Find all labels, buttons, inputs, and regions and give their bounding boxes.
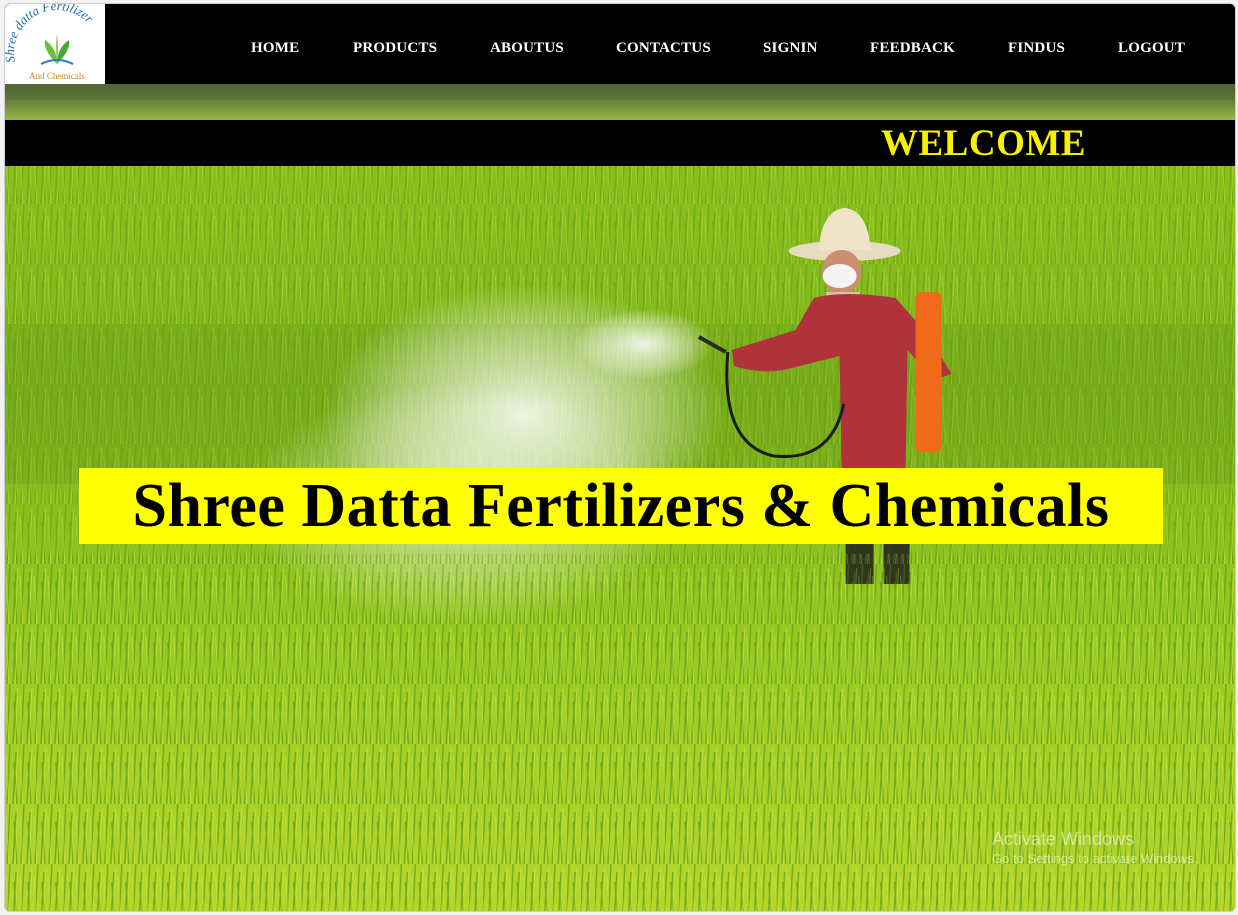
watermark-title: Activate Windows (992, 829, 1135, 849)
logo-emblem-icon: Shree datta Fertilizer And Chemicals (5, 4, 97, 81)
brand-logo[interactable]: Shree datta Fertilizer And Chemicals (5, 4, 105, 84)
watermark-subtitle: Go to Settings to activate Windows. (992, 851, 1198, 866)
welcome-text: WELCOME (881, 123, 1086, 164)
main-nav: HOME PRODUCTS ABOUTUS CONTACTUS SIGNIN F… (105, 4, 1235, 84)
nav-link-feedback[interactable]: FEEDBACK (870, 40, 955, 57)
nav-link-contactus[interactable]: CONTACTUS (616, 40, 711, 57)
welcome-banner: WELCOME (5, 120, 1235, 166)
nav-link-logout[interactable]: LOGOUT (1118, 40, 1185, 57)
browser-viewport: Shree datta Fertilizer And Chemicals HOM… (4, 3, 1236, 912)
top-navbar: Shree datta Fertilizer And Chemicals HOM… (5, 4, 1235, 84)
nav-link-home[interactable]: HOME (251, 40, 299, 57)
nav-link-aboutus[interactable]: ABOUTUS (490, 40, 564, 57)
activation-watermark: Activate Windows Go to Settings to activ… (992, 828, 1197, 868)
hero-title: Shree Datta Fertilizers & Chemicals (79, 468, 1163, 544)
nav-link-products[interactable]: PRODUCTS (353, 40, 437, 57)
nav-link-findus[interactable]: FINDUS (1008, 40, 1065, 57)
logo-subtitle: And Chemicals (29, 71, 85, 81)
nav-link-signin[interactable]: SIGNIN (763, 40, 818, 57)
